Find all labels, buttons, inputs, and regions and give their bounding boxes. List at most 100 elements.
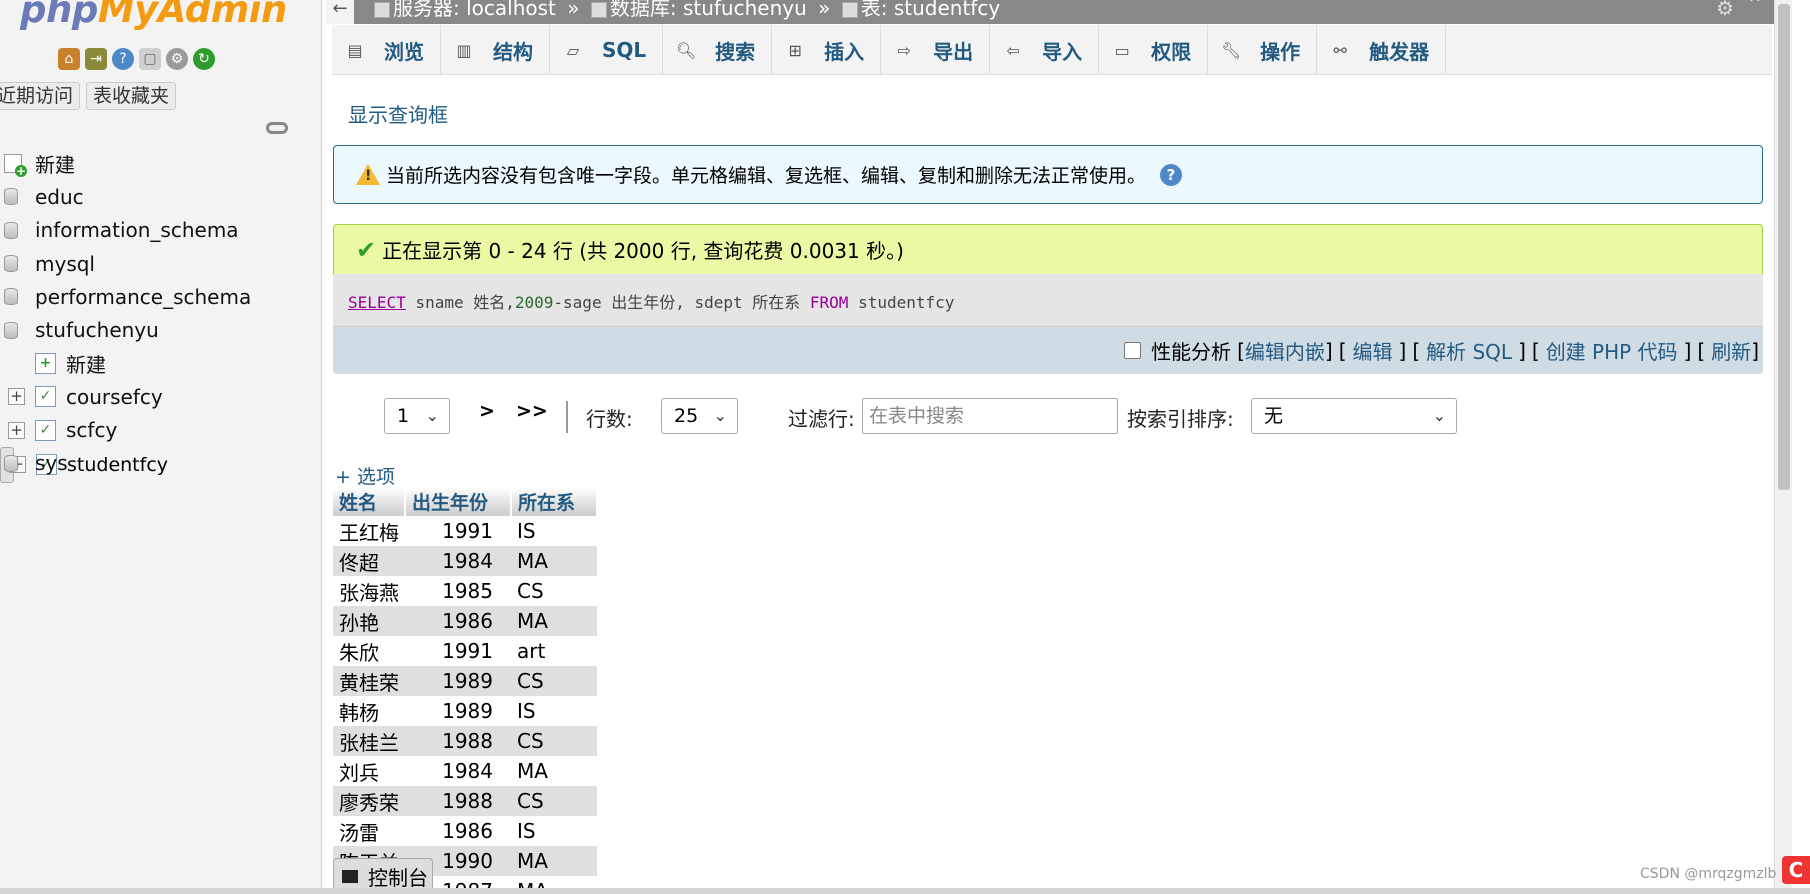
tree-db-stufuchenyu[interactable]: stufuchenyu <box>0 313 321 346</box>
tree-table-scfcy[interactable]: + ✓ scfcy <box>0 413 321 446</box>
tab-structure[interactable]: ▥ 结构 <box>441 25 550 75</box>
expand-icon[interactable]: + <box>8 388 25 406</box>
page-select[interactable]: 1 ⌄ <box>384 398 450 434</box>
table-cell: 张海燕 <box>333 576 405 606</box>
table-icon <box>841 1 858 18</box>
tree-new-table[interactable]: + 新建 <box>0 347 321 380</box>
table-cell: 1988 <box>405 726 511 756</box>
table-row[interactable]: 黄桂荣 1989 CS <box>333 666 597 696</box>
edit-link[interactable]: 编辑 <box>1353 336 1393 365</box>
explain-sql-link[interactable]: 解析 SQL <box>1426 336 1512 365</box>
breadcrumb-table[interactable]: 表: studentfcy <box>861 0 1000 20</box>
rows-label: 行数: <box>586 407 633 431</box>
options-toggle[interactable]: + 选项 <box>335 462 395 489</box>
table-cell: 王红梅 <box>333 516 405 546</box>
table-row[interactable]: 佟超 1984 MA <box>333 546 597 576</box>
help-icon[interactable]: ? <box>112 48 134 70</box>
column-header[interactable]: 所在系 <box>511 487 598 516</box>
recent-tab[interactable]: 近期访问 <box>0 82 81 110</box>
tab-import[interactable]: ⇦ 导入 <box>990 25 1100 75</box>
tab-export[interactable]: ⇨ 导出 <box>881 25 991 75</box>
gear-icon[interactable]: ⚙ <box>1716 0 1734 18</box>
tab-sql[interactable]: ▱ SQL <box>550 25 664 75</box>
expand-icon[interactable]: + <box>8 421 25 439</box>
table-cell: 廖秀荣 <box>333 786 405 816</box>
new-db-icon <box>4 154 27 178</box>
tree-table-coursefcy[interactable]: + ✓ coursefcy <box>0 380 321 413</box>
table-cell: 黄桂荣 <box>333 666 405 696</box>
table-cell: CS <box>511 666 597 696</box>
last-page-button[interactable]: >> <box>516 400 548 422</box>
nav-tabs: 近期访问 表收藏夹 <box>0 82 177 110</box>
breadcrumb-server[interactable]: 服务器: localhost <box>393 0 556 20</box>
breadcrumb-bar: ← 服务器: localhost » 数据库: stufuchenyu » 表:… <box>326 0 1774 24</box>
refresh-link[interactable]: 刷新 <box>1711 336 1751 365</box>
settings-icon[interactable]: ⚙ <box>166 48 188 70</box>
database-icon <box>4 321 18 339</box>
table-cell: MA <box>511 606 597 636</box>
filter-rows-input[interactable] <box>862 398 1118 434</box>
chevron-down-icon: ⌄ <box>425 406 439 425</box>
warning-icon <box>356 163 380 186</box>
rows-per-page-select[interactable]: 25 ⌄ <box>661 398 738 434</box>
sql-operations-bar: 性能分析 [编辑内嵌] [编辑] [解析 SQL] [创建 PHP 代码] [刷… <box>333 327 1763 374</box>
tree-db-educ[interactable]: educ <box>0 180 321 213</box>
favorites-tab[interactable]: 表收藏夹 <box>86 82 177 110</box>
tab-triggers[interactable]: ⚯ 触发器 <box>1317 25 1447 75</box>
exit-icon[interactable]: ⇥ <box>85 48 107 70</box>
docs-icon[interactable]: ▢ <box>139 48 161 70</box>
tree-db-information-schema[interactable]: information_schema <box>0 214 321 247</box>
tab-insert[interactable]: ⊞ 插入 <box>772 25 882 75</box>
sql-icon: ▱ <box>566 40 580 60</box>
results-table: 姓名 出生年份 所在系 王红梅 1991 IS 佟超 1984 MA 张海燕 1985 CS 孙艳… <box>333 487 598 894</box>
table-cell: MA <box>511 756 597 786</box>
table-cell: 1984 <box>405 546 511 576</box>
help-icon[interactable]: ? <box>1160 163 1183 186</box>
table-row[interactable]: 汤雷 1986 IS <box>333 816 597 846</box>
bottom-strip <box>0 888 1810 894</box>
tab-operations[interactable]: 🔧︎ 操作 <box>1208 25 1318 75</box>
tab-privileges[interactable]: ▭ 权限 <box>1099 25 1209 75</box>
table-header-row: 姓名 出生年份 所在系 <box>333 487 598 516</box>
table-row[interactable]: 张海燕 1985 CS <box>333 576 597 606</box>
import-icon: ⇦ <box>1006 40 1020 60</box>
table-row[interactable]: 孙艳 1986 MA <box>333 606 597 636</box>
table-row[interactable]: 张桂兰 1988 CS <box>333 726 597 756</box>
wrench-icon: 🔧︎ <box>1221 40 1242 60</box>
tree-new-db[interactable]: 新建 <box>0 147 321 180</box>
tab-browse[interactable]: ▤ 浏览 <box>332 25 441 75</box>
table-row[interactable]: 朱欣 1991 art <box>333 636 597 666</box>
table-cell: IS <box>511 816 597 846</box>
table-row[interactable]: 廖秀荣 1988 CS <box>333 786 597 816</box>
tree-db-performance-schema[interactable]: performance_schema <box>0 280 321 313</box>
reload-icon[interactable]: ↻ <box>193 48 215 70</box>
profiling-checkbox[interactable] <box>1124 342 1142 359</box>
edit-inline-link[interactable]: 编辑内嵌 <box>1245 336 1325 365</box>
table-row[interactable]: 韩杨 1989 IS <box>333 696 597 726</box>
scroll-thumb[interactable] <box>1778 4 1790 490</box>
create-php-code-link[interactable]: 创建 PHP 代码 <box>1546 336 1678 365</box>
main-tabs: ▤ 浏览 ▥ 结构 ▱ SQL 🔍︎ 搜索 ⊞ 插入 ⇨ 导出 ⇦ 导入 ▭ 权限 🔧︎ 操作 ⚯… <box>332 25 1772 75</box>
tab-search[interactable]: 🔍︎ 搜索 <box>663 25 773 75</box>
home-icon[interactable]: ⌂ <box>58 48 80 70</box>
back-arrow-icon[interactable]: ← <box>326 0 354 24</box>
phpmyadmin-logo[interactable]: phpMyAdmin <box>20 0 287 31</box>
success-message: ✔ 正在显示第 0 - 24 行 (共 2000 行, 查询花费 0.0031 … <box>333 224 1763 274</box>
table-row[interactable]: 刘兵 1984 MA <box>333 756 597 786</box>
column-header[interactable]: 出生年份 <box>405 487 512 516</box>
collapse-icon[interactable]: ⌃ <box>1746 0 1764 17</box>
column-header[interactable]: 姓名 <box>333 487 406 516</box>
table-cell: 1989 <box>405 666 511 696</box>
breadcrumb-database[interactable]: 数据库: stufuchenyu <box>610 0 807 20</box>
show-query-box-link[interactable]: 显示查询框 <box>348 99 448 128</box>
tree-db-mysql[interactable]: mysql <box>0 247 321 280</box>
scrollbar[interactable] <box>1774 0 1792 888</box>
breadcrumb: 服务器: localhost » 数据库: stufuchenyu » 表: s… <box>374 0 1000 18</box>
next-page-button[interactable]: > <box>479 400 495 422</box>
sort-by-key-select[interactable]: 无 ⌄ <box>1251 398 1457 434</box>
sql-select-keyword[interactable]: SELECT <box>348 293 406 312</box>
link-icon[interactable] <box>266 122 288 134</box>
tree-db-sys[interactable]: sys <box>0 447 321 480</box>
table-row[interactable]: 王红梅 1991 IS <box>333 516 597 546</box>
table-cell: 1988 <box>405 786 511 816</box>
